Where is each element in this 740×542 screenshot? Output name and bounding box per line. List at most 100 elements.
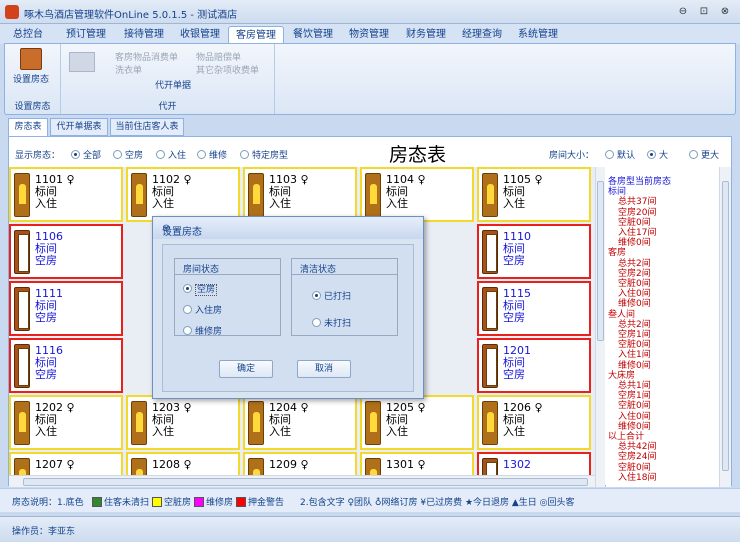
size-label: 房间大小：	[549, 151, 595, 161]
summary-line: 入住0间	[618, 289, 651, 300]
filter-repair[interactable]: 维修	[197, 148, 227, 161]
compensation-button[interactable]: 物品赔偿单	[196, 50, 241, 63]
dialog-close-icon[interactable]: ⊗	[162, 223, 170, 234]
room-cell[interactable]: 1301 ♀	[360, 452, 474, 475]
tab-room-status[interactable]: 房态表	[8, 118, 48, 136]
radio-icon	[240, 150, 249, 159]
summary-line: 总共42间	[618, 442, 657, 453]
scroll-thumb[interactable]	[722, 181, 729, 471]
room-cell[interactable]: 1110 标间 空房	[477, 224, 591, 279]
tab-manager-query[interactable]: 经理查询	[456, 26, 508, 44]
room-label: 1104 ♀ 标间 入住	[386, 173, 426, 210]
room-label: 1209 ♀	[269, 458, 309, 471]
room-label: 1302	[503, 458, 531, 471]
room-cell[interactable]: 1201 标间 空房	[477, 338, 591, 393]
occupied-door-icon	[248, 173, 264, 217]
room-cell[interactable]: 1105 ♀ 标间 入住	[477, 167, 591, 222]
room-cell[interactable]: 1302	[477, 452, 591, 475]
room-cell[interactable]: 1203 ♀ 标间 入住	[126, 395, 240, 450]
option-cleaned[interactable]: 已打扫	[312, 289, 351, 302]
summary-line: 总共2间	[618, 258, 651, 269]
option-repair[interactable]: 维修房	[183, 324, 222, 337]
room-cell[interactable]: 1208 ♀	[126, 452, 240, 475]
misc-charge-button[interactable]: 其它杂项收费单	[196, 63, 259, 76]
horizontal-scrollbar[interactable]	[9, 475, 595, 487]
summary-line: 以上合计	[608, 432, 645, 442]
minimize-button[interactable]: ⊖	[676, 6, 690, 18]
operator-status: 操作员：李亚东	[12, 527, 76, 537]
occupied-door-icon	[14, 458, 30, 475]
tab-reception[interactable]: 接待管理	[118, 26, 170, 44]
filter-room-type[interactable]: 特定房型	[240, 148, 288, 161]
room-cell[interactable]: 1111 标间 空房	[9, 281, 123, 336]
tab-reservation[interactable]: 预订管理	[60, 26, 112, 44]
swatch-icon	[92, 497, 102, 507]
summary-line: 维修0间	[618, 238, 651, 249]
room-cell[interactable]: 1204 ♀ 标间 入住	[243, 395, 357, 450]
room-label: 1208 ♀	[152, 458, 192, 471]
room-cell[interactable]: 1202 ♀ 标间 入住	[9, 395, 123, 450]
option-not-cleaned[interactable]: 未打扫	[312, 316, 351, 329]
room-cell[interactable]: 1102 ♀ 标间 入住	[126, 167, 240, 222]
filter-vacant[interactable]: 空房	[113, 148, 143, 161]
radio-icon	[312, 318, 321, 327]
room-label: 1106 标间 空房	[35, 230, 63, 267]
radio-icon	[156, 150, 165, 159]
filter-all[interactable]: 全部	[71, 148, 101, 161]
summary-scrollbar[interactable]	[719, 167, 731, 487]
page-title: 房态表	[389, 144, 447, 166]
vacant-door-icon	[482, 287, 498, 331]
laundry-button[interactable]: 洗衣单	[115, 63, 142, 76]
option-occupied[interactable]: 入住房	[183, 303, 222, 316]
tab-catering[interactable]: 餐饮管理	[287, 26, 339, 44]
ribbon: 设置房态 设置房态 客房物品消费单 洗衣单 物品赔偿单 其它杂项收费单 代开单据…	[4, 43, 736, 115]
app-title: 啄木鸟酒店管理软件OnLine 5.0.1.5 - 测试酒店	[24, 10, 238, 21]
app-logo-icon	[5, 5, 19, 19]
summary-line: 空房24间	[618, 452, 657, 463]
room-cell[interactable]: 1103 ♀ 标间 入住	[243, 167, 357, 222]
tab-finance[interactable]: 财务管理	[400, 26, 452, 44]
filter-occupied[interactable]: 入住	[156, 148, 186, 161]
room-label: 1111 标间 空房	[35, 287, 63, 324]
room-label: 1101 ♀ 标间 入住	[35, 173, 75, 210]
occupied-door-icon	[482, 401, 498, 445]
ok-button[interactable]: 确定	[219, 360, 273, 378]
swatch-icon	[194, 497, 204, 507]
ribbon-group-label: 代开	[158, 102, 177, 112]
option-vacant[interactable]: 空房	[183, 282, 218, 296]
scroll-thumb[interactable]	[597, 181, 604, 341]
size-default[interactable]: 默认	[605, 148, 635, 161]
vertical-scrollbar[interactable]	[595, 167, 605, 487]
room-cell[interactable]: 1106 标间 空房	[9, 224, 123, 279]
summary-line: 维修0间	[618, 360, 651, 371]
dialog-title-bar: 设置房态 ⊗	[153, 217, 423, 239]
room-cell[interactable]: 1101 ♀ 标间 入住	[9, 167, 123, 222]
tab-current-guests[interactable]: 当前住店客人表	[110, 118, 184, 136]
room-consumption-button[interactable]: 客房物品消费单	[115, 50, 178, 63]
scroll-thumb[interactable]	[23, 478, 588, 486]
tab-console[interactable]: 总控台	[6, 26, 50, 44]
room-cell[interactable]: 1205 ♀ 标间 入住	[360, 395, 474, 450]
room-cell[interactable]: 1104 ♀ 标间 入住	[360, 167, 474, 222]
tab-materials[interactable]: 物资管理	[343, 26, 395, 44]
tab-housekeeping[interactable]: 客房管理	[228, 26, 284, 44]
room-cell[interactable]: 1115 标间 空房	[477, 281, 591, 336]
size-larger[interactable]: 更大	[689, 148, 719, 161]
size-large[interactable]: 大	[647, 148, 668, 161]
room-cell[interactable]: 1116 标间 空房	[9, 338, 123, 393]
room-type-summary: 各房型当前房态 标间 总共37间 空房20间 空脏0间 入住17间 维修0间 客房 总共2间 空房…	[606, 167, 720, 487]
status-bar: 操作员：李亚东	[0, 516, 740, 542]
ribbon-group-issue: 客房物品消费单 洗衣单 物品赔偿单 其它杂项收费单 代开单据 代开	[61, 44, 275, 114]
cancel-button[interactable]: 取消	[297, 360, 351, 378]
close-button[interactable]: ⊗	[718, 6, 732, 18]
tab-system[interactable]: 系统管理	[512, 26, 564, 44]
room-cell[interactable]: 1209 ♀	[243, 452, 357, 475]
occupied-door-icon	[365, 401, 381, 445]
radio-icon	[183, 284, 192, 293]
tab-cashier[interactable]: 收银管理	[174, 26, 226, 44]
room-cell[interactable]: 1206 ♀ 标间 入住	[477, 395, 591, 450]
room-cell[interactable]: 1207 ♀	[9, 452, 123, 475]
tab-issued-docs[interactable]: 代开单据表	[50, 118, 108, 136]
restore-button[interactable]: ⊡	[697, 6, 711, 18]
set-room-status-button[interactable]: 设置房态	[11, 48, 51, 85]
